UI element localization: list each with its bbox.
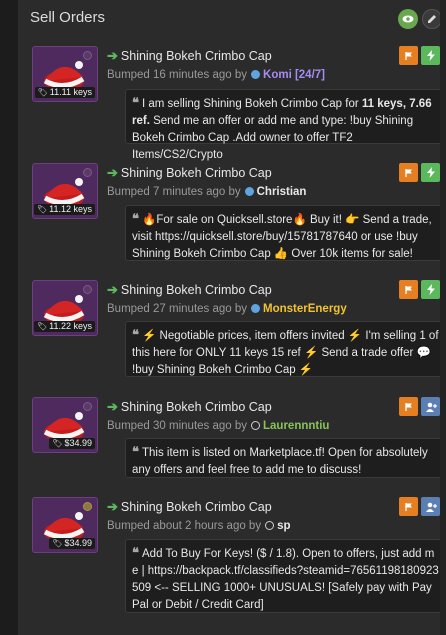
scrollbar[interactable] (440, 0, 446, 635)
listing-title-row[interactable]: ➔ Shining Bokeh Crimbo Cap (107, 399, 272, 415)
item-thumbnail[interactable]: 🏷 $34.99 (32, 497, 98, 553)
item-title[interactable]: Shining Bokeh Crimbo Cap (121, 500, 272, 514)
quote-open-icon: ❝ (132, 444, 139, 459)
listing-message: ❝ This item is listed on Marketplace.tf! … (125, 438, 446, 478)
username-link[interactable]: MonsterEnergy (263, 303, 347, 315)
listing-title-row[interactable]: ➔ Shining Bokeh Crimbo Cap (107, 282, 272, 298)
bump-info: Bumped about 2 hours ago by sp (107, 518, 291, 533)
quote-open-icon: ❝ (132, 327, 139, 342)
message-text: 🔥For sale on Quicksell.store🔥 Buy it! 👉 … (132, 214, 432, 260)
arrow-right-icon: ➔ (107, 399, 118, 414)
price-tag: 🏷 11.22 keys (33, 321, 95, 332)
flag-button[interactable] (399, 280, 418, 299)
flag-icon (404, 51, 412, 60)
user-status-dot (251, 70, 261, 79)
flag-icon (404, 502, 412, 511)
user-status-dot (244, 187, 254, 196)
user-plus-icon (425, 402, 437, 412)
quote-open-icon: ❝ (132, 95, 139, 110)
bump-text: Bumped 7 minutes ago by (107, 185, 241, 198)
price-tag: 🏷 $34.99 (49, 538, 95, 549)
item-thumbnail[interactable]: 🏷 11.12 keys (32, 163, 98, 219)
item-title[interactable]: Shining Bokeh Crimbo Cap (121, 400, 272, 414)
price-tag: 🏷 11.12 keys (33, 204, 95, 215)
tag-icon: 🏷 (52, 439, 63, 448)
flag-button[interactable] (399, 497, 418, 516)
eye-icon[interactable] (398, 9, 418, 29)
instant-trade-button[interactable] (421, 163, 440, 182)
instant-trade-button[interactable] (421, 46, 440, 65)
arrow-right-icon: ➔ (107, 282, 118, 297)
effect-dot (83, 285, 92, 294)
item-title[interactable]: Shining Bokeh Crimbo Cap (121, 283, 272, 297)
user-plus-icon (425, 502, 437, 512)
bump-text: Bumped about 2 hours ago by (107, 519, 262, 532)
item-title[interactable]: Shining Bokeh Crimbo Cap (121, 166, 272, 180)
arrow-right-icon: ➔ (107, 48, 118, 63)
bolt-icon (426, 284, 435, 295)
add-friend-button[interactable] (421, 497, 440, 516)
listing-title-row[interactable]: ➔ Shining Bokeh Crimbo Cap (107, 499, 272, 515)
tag-icon: 🏷 (37, 88, 48, 97)
username-link[interactable]: Christian (257, 186, 307, 198)
panel-header: Sell Orders (18, 0, 446, 38)
user-status-dot (251, 421, 261, 430)
panel-title: Sell Orders (30, 9, 106, 26)
item-thumbnail[interactable]: 🏷 $34.99 (32, 397, 98, 453)
quote-open-icon: ❝ (132, 211, 139, 226)
flag-icon (404, 168, 412, 177)
item-thumbnail[interactable]: 🏷 11.11 keys (32, 46, 98, 102)
arrow-right-icon: ➔ (107, 165, 118, 180)
username-link[interactable]: Laurennntiu (263, 420, 329, 432)
bump-text: Bumped 16 minutes ago by (107, 68, 248, 81)
user-status-dot (251, 304, 261, 313)
edit-icon[interactable] (422, 9, 442, 29)
listing-title-row[interactable]: ➔ Shining Bokeh Crimbo Cap (107, 165, 272, 181)
listing-title-row[interactable]: ➔ Shining Bokeh Crimbo Cap (107, 48, 272, 64)
bump-info: Bumped 27 minutes ago by MonsterEnergy (107, 301, 347, 316)
instant-trade-button[interactable] (421, 280, 440, 299)
flag-button[interactable] (399, 397, 418, 416)
effect-dot (83, 51, 92, 60)
item-title[interactable]: Shining Bokeh Crimbo Cap (121, 49, 272, 63)
tag-icon: 🏷 (36, 322, 48, 331)
bump-info: Bumped 7 minutes ago by Christian (107, 184, 306, 199)
flag-icon (404, 285, 412, 294)
flag-button[interactable] (399, 163, 418, 182)
tag-icon: 🏷 (36, 205, 48, 214)
price-tag: 🏷 11.11 keys (34, 87, 95, 98)
username-link[interactable]: Komi [24/7] (263, 69, 325, 81)
listing-message: ❝ I am selling Shining Bokeh Crimbo Cap f… (125, 89, 446, 161)
flag-button[interactable] (399, 46, 418, 65)
listing-message: ❝ 🔥For sale on Quicksell.store🔥 Buy it! 👉… (125, 205, 446, 261)
effect-dot (83, 502, 92, 511)
item-thumbnail[interactable]: 🏷 11.22 keys (32, 280, 98, 336)
message-text: ⚡ Negotiable prices, item offers invited… (132, 330, 439, 376)
bump-text: Bumped 27 minutes ago by (107, 302, 248, 315)
effect-dot (83, 168, 92, 177)
add-friend-button[interactable] (421, 397, 440, 416)
quote-open-icon: ❝ (132, 545, 139, 560)
listing-message: ❝ Add To Buy For Keys! ($ / 1.8). Open to… (125, 539, 446, 613)
flag-icon (404, 402, 412, 411)
message-text: Add To Buy For Keys! ($ / 1.8). Open to … (132, 548, 439, 611)
message-text: I am selling Shining Bokeh Crimbo Cap fo… (142, 98, 362, 110)
bolt-icon (426, 50, 435, 61)
user-status-dot (265, 521, 275, 530)
bump-text: Bumped 30 minutes ago by (107, 419, 248, 432)
price-tag: 🏷 $34.99 (49, 438, 95, 449)
listing-message: ❝ ⚡ Negotiable prices, item offers invite… (125, 321, 446, 377)
bump-info: Bumped 16 minutes ago by Komi [24/7] (107, 67, 325, 82)
arrow-right-icon: ➔ (107, 499, 118, 514)
bolt-icon (426, 167, 435, 178)
tag-icon: 🏷 (52, 539, 63, 548)
effect-dot (83, 402, 92, 411)
bump-info: Bumped 30 minutes ago by Laurennntiu (107, 418, 329, 433)
username-link[interactable]: sp (277, 520, 290, 532)
message-text: This item is listed on Marketplace.tf! O… (132, 447, 428, 476)
